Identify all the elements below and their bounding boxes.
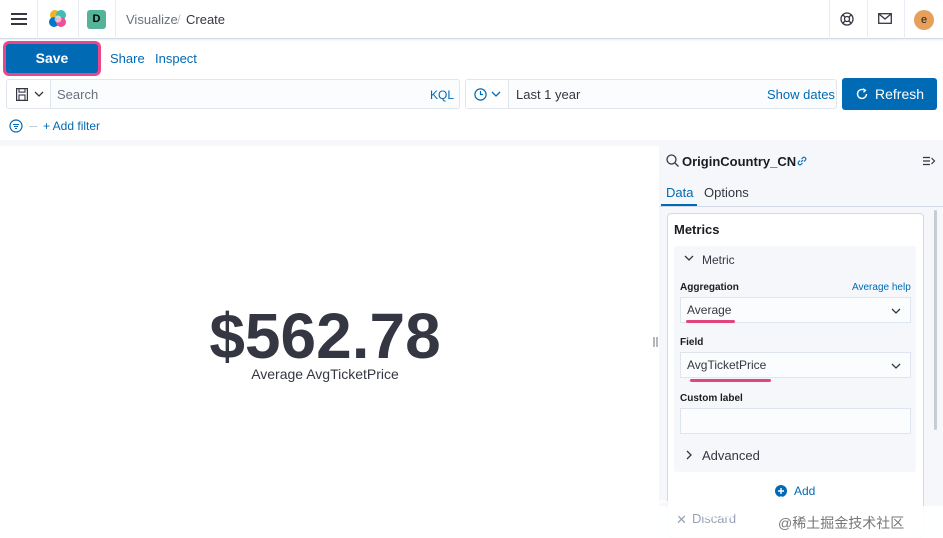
space-avatar[interactable]: D — [87, 10, 106, 29]
resize-handle[interactable] — [653, 337, 658, 347]
top-header: D Visualize / Create e — [0, 0, 943, 39]
chevron-down-icon — [491, 91, 501, 97]
custom-label-input[interactable] — [680, 408, 911, 434]
search-placeholder: Search — [57, 87, 99, 102]
menu-icon[interactable] — [11, 12, 27, 26]
kql-toggle[interactable]: KQL — [430, 88, 454, 102]
field-select[interactable]: AvgTicketPrice — [680, 352, 911, 378]
filter-options-icon[interactable] — [9, 119, 23, 133]
date-range-picker[interactable]: Last 1 year Show dates — [508, 79, 837, 109]
field-value: AvgTicketPrice — [687, 358, 767, 372]
chevron-right-icon[interactable] — [686, 450, 692, 460]
metrics-title: Metrics — [674, 222, 720, 237]
filter-divider — [29, 126, 37, 127]
save-query-icon — [16, 88, 28, 101]
highlight-underline — [686, 320, 735, 323]
link-icon[interactable] — [796, 155, 808, 167]
breadcrumb-create: Create — [186, 12, 226, 27]
chevron-down-icon — [891, 308, 901, 314]
tab-options[interactable]: Options — [704, 185, 749, 200]
clock-icon — [474, 88, 487, 101]
collapse-sidebar-icon[interactable] — [923, 156, 936, 166]
index-pattern-title: OriginCountry_CN — [682, 154, 797, 169]
chevron-down-icon[interactable] — [684, 255, 694, 261]
mail-icon[interactable] — [878, 13, 892, 24]
refresh-icon — [856, 88, 868, 100]
aggregation-help-link[interactable]: Average help — [852, 282, 911, 293]
inspect-link[interactable]: Inspect — [155, 51, 197, 66]
share-link[interactable]: Share — [110, 51, 145, 66]
metric-value: $562.78 — [209, 300, 441, 372]
breadcrumb-separator: / — [177, 12, 181, 27]
chevron-down-icon — [34, 91, 44, 97]
highlight-underline — [690, 379, 771, 382]
custom-label-label: Custom label — [680, 393, 743, 404]
sidebar-scrollbar[interactable] — [934, 210, 937, 430]
help-icon[interactable] — [840, 12, 854, 26]
watermark-cn: @稀土掘金技术社区 — [778, 515, 905, 531]
refresh-button[interactable]: Refresh — [842, 78, 937, 110]
metric-label: Average AvgTicketPrice — [251, 366, 399, 382]
tab-divider — [659, 206, 943, 207]
metric-accordion-title[interactable]: Metric — [702, 253, 735, 267]
search-icon — [666, 154, 679, 167]
show-dates-button[interactable]: Show dates — [767, 87, 835, 102]
add-filter-button[interactable]: + Add filter — [43, 119, 100, 133]
tab-data[interactable]: Data — [666, 185, 693, 200]
aggregation-label: Aggregation — [680, 282, 739, 293]
advanced-toggle[interactable]: Advanced — [702, 448, 760, 463]
search-input[interactable]: Search KQL — [50, 79, 460, 109]
refresh-label: Refresh — [875, 86, 925, 102]
breadcrumb-visualize[interactable]: Visualize — [126, 12, 178, 27]
time-range-label: Last 1 year — [516, 87, 581, 102]
user-avatar[interactable]: e — [914, 10, 934, 30]
chevron-down-icon — [891, 363, 901, 369]
aggregation-value: Average — [687, 303, 732, 317]
elastic-logo[interactable] — [48, 9, 68, 29]
field-label: Field — [680, 337, 704, 348]
quick-date-menu[interactable] — [465, 79, 509, 109]
save-button[interactable]: Save — [6, 44, 98, 73]
saved-query-button[interactable] — [6, 79, 51, 109]
